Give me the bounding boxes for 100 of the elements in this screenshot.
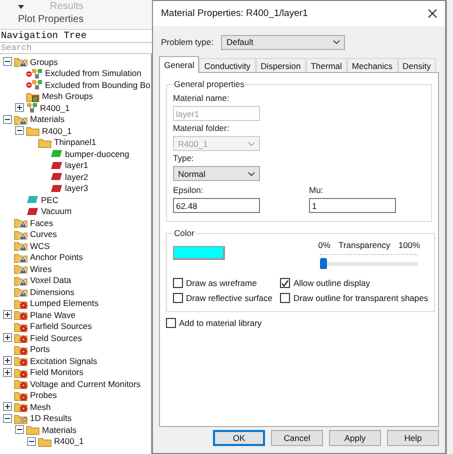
color-swatch-button[interactable] — [173, 246, 225, 260]
tree-item[interactable]: PEC — [41, 194, 58, 205]
folder-warning-icon — [14, 217, 28, 228]
material-block-icon — [50, 172, 63, 182]
slider-min-label: 0% — [318, 240, 330, 250]
ribbon-group-label: Plot Properties — [18, 14, 84, 25]
tree-item[interactable]: Anchor Points — [30, 252, 83, 262]
field-label: Mu: — [309, 185, 324, 195]
tree-toggle-icon[interactable] — [3, 114, 12, 124]
tree-item[interactable]: Faces — [30, 218, 54, 228]
tree-item[interactable]: Mesh Groups — [42, 91, 94, 102]
close-icon[interactable] — [428, 9, 437, 18]
folder-gear-icon — [14, 344, 28, 355]
tree-item[interactable]: Excluded from Simulation — [45, 68, 142, 78]
tree-item[interactable]: Field Sources — [30, 332, 82, 343]
dialog-button[interactable]: Cancel — [271, 430, 323, 446]
field-label: Type: — [173, 153, 195, 163]
tree-item[interactable]: bumper-duoceng — [65, 148, 130, 159]
checkbox-label[interactable]: Add to material library — [179, 318, 262, 328]
input-field[interactable]: 1 — [309, 198, 396, 213]
tree-item[interactable]: layer3 — [65, 183, 88, 194]
material-block-icon — [50, 184, 63, 193]
tab[interactable]: Density — [398, 58, 436, 72]
tree-item[interactable]: 1D Results — [30, 413, 72, 424]
folder-gear-icon — [14, 320, 28, 332]
tree-item[interactable]: layer1 — [65, 160, 88, 170]
tree-item[interactable]: Dimensions — [30, 286, 74, 297]
tree-item[interactable]: Excitation Signals — [30, 356, 98, 366]
tree-toggle-icon[interactable] — [3, 402, 12, 412]
caret-icon[interactable] — [18, 4, 24, 8]
problem-type-dropdown[interactable]: Default — [221, 34, 346, 50]
combo-value: R400_1 — [178, 138, 208, 148]
search-field[interactable]: Search — [0, 43, 152, 54]
checkbox[interactable] — [280, 278, 290, 288]
tree-toggle-icon[interactable] — [15, 126, 24, 136]
tree-item[interactable]: Materials — [42, 424, 76, 435]
tree-item[interactable]: R400_1 — [42, 126, 72, 136]
tree-item[interactable]: Mesh — [30, 402, 51, 412]
tree-item[interactable]: Farfield Sources — [30, 321, 92, 332]
tree-toggle-icon[interactable] — [3, 414, 12, 423]
folder-warning-icon — [14, 263, 28, 274]
checkbox-label[interactable]: Draw reflective surface — [186, 293, 272, 303]
tree-item[interactable]: R400_1 — [40, 102, 70, 113]
folder-gear-icon — [14, 378, 28, 390]
tree-item[interactable]: R400_1 — [54, 436, 84, 446]
tree-item[interactable]: Lumped Elements — [30, 298, 99, 308]
folder-warning-icon — [14, 228, 28, 240]
dialog-button[interactable]: Help — [387, 430, 439, 446]
checkbox[interactable] — [280, 293, 290, 303]
dropdown[interactable]: Normal — [173, 166, 260, 181]
tree-item[interactable]: WCS — [30, 240, 50, 251]
tree-item[interactable]: Vacuum — [41, 206, 72, 216]
checkbox-label[interactable]: Draw outline for transparent shapes — [293, 293, 428, 303]
dialog-button[interactable]: OK — [213, 430, 265, 446]
tree-toggle-icon[interactable] — [15, 103, 24, 112]
tree-toggle-icon[interactable] — [3, 333, 12, 342]
tab[interactable]: General — [159, 56, 200, 73]
checkbox[interactable] — [166, 318, 176, 328]
folder-warning-icon — [14, 274, 28, 286]
slider-thumb[interactable] — [320, 258, 328, 269]
tree-item[interactable]: Thinpanel1 — [54, 137, 96, 148]
checkbox[interactable] — [173, 278, 183, 288]
tab[interactable]: Thermal — [306, 58, 347, 72]
slider-max-label: 100% — [398, 240, 420, 250]
dialog-button[interactable]: Apply — [329, 430, 381, 446]
tree-toggle-icon[interactable] — [3, 368, 12, 377]
tree-item[interactable]: Wires — [30, 264, 52, 274]
tree-item[interactable]: Field Monitors — [30, 367, 84, 378]
tree-item[interactable]: Voxel Data — [30, 275, 72, 286]
tab[interactable]: Mechanics — [346, 58, 398, 72]
folder-gear-icon — [14, 390, 28, 401]
checkbox-label[interactable]: Allow outline display — [293, 278, 370, 288]
combo-value: Normal — [178, 168, 206, 178]
tree-item[interactable]: layer2 — [65, 172, 88, 182]
tree-item[interactable]: Probes — [30, 390, 57, 400]
tree-item[interactable]: Materials — [30, 114, 64, 124]
folder-icon — [38, 436, 52, 447]
tree-toggle-icon[interactable] — [3, 356, 12, 366]
tree-toggle-icon[interactable] — [15, 425, 24, 434]
tree-toggle-icon[interactable] — [3, 310, 12, 320]
tree-toggle-icon[interactable] — [3, 57, 12, 66]
folder-gear-icon — [14, 355, 28, 366]
tree-item[interactable]: Voltage and Current Monitors — [30, 378, 141, 389]
tab[interactable]: Dispersion — [256, 58, 306, 72]
tree-toggle-icon[interactable] — [27, 436, 36, 446]
combo-value: Default — [226, 37, 254, 47]
checkbox-label[interactable]: Draw as wireframe — [186, 278, 257, 288]
checkbox[interactable] — [173, 293, 183, 303]
tree-item[interactable]: Plane Wave — [30, 310, 76, 320]
material-block-icon — [50, 160, 63, 170]
folder-warning-icon — [14, 56, 28, 68]
tree-item[interactable]: Ports — [30, 344, 50, 354]
tree-item[interactable]: Curves — [30, 229, 57, 240]
tree-item[interactable]: Excluded from Bounding Bo — [45, 80, 150, 90]
input-field[interactable]: 62.48 — [173, 198, 260, 213]
dropdown-caret-icon — [248, 142, 255, 146]
material-block-icon — [50, 149, 63, 158]
folder-warning-icon — [14, 114, 28, 125]
tree-item[interactable]: Groups — [30, 56, 58, 67]
tab[interactable]: Conductivity — [199, 58, 256, 72]
